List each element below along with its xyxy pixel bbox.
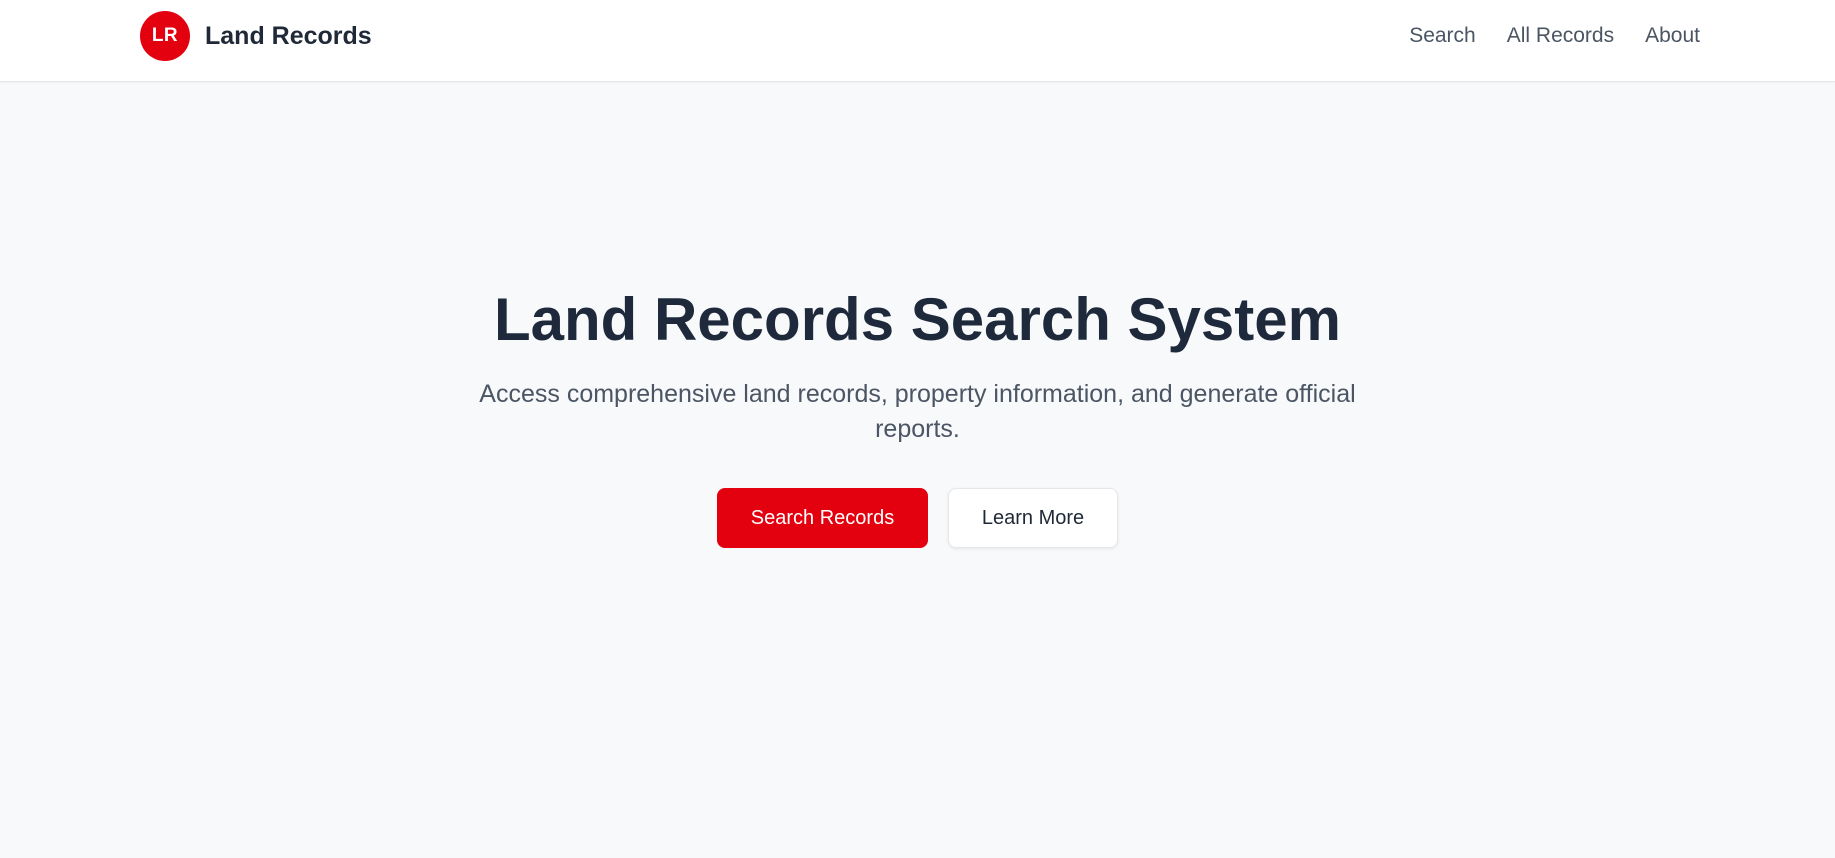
- hero-title: Land Records Search System: [493, 286, 1341, 353]
- logo-badge[interactable]: LR: [140, 11, 190, 61]
- nav-link-all-records[interactable]: All Records: [1507, 24, 1614, 48]
- search-records-button[interactable]: Search Records: [717, 488, 928, 548]
- hero-subtitle: Access comprehensive land records, prope…: [479, 380, 1356, 443]
- brand[interactable]: LR Land Records: [140, 11, 372, 61]
- learn-more-button[interactable]: Learn More: [948, 488, 1118, 548]
- top-navigation-bar: LR Land Records Search All Records About: [0, 0, 1835, 82]
- nav-link-search[interactable]: Search: [1409, 24, 1476, 48]
- nav-link-about[interactable]: About: [1645, 24, 1700, 48]
- main-nav: Search All Records About: [1378, 0, 1700, 72]
- hero-section: Land Records Search System Access compre…: [0, 280, 1835, 548]
- hero-actions: Search Records Learn More: [0, 488, 1835, 548]
- brand-name[interactable]: Land Records: [205, 22, 372, 51]
